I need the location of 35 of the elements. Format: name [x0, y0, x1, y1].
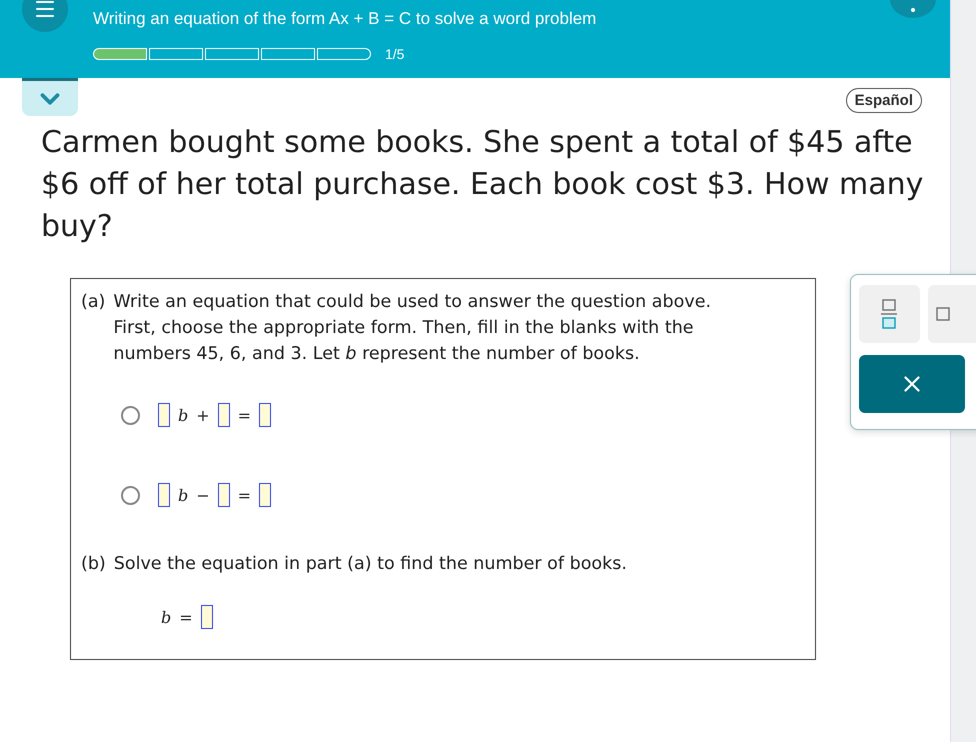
instruction-text: Solve the equation in part (a) to find the number of books. [114, 553, 627, 575]
fraction-icon [881, 299, 898, 329]
operator-text: = [238, 406, 252, 424]
variable-text: b [178, 406, 188, 424]
part-label: (b) [81, 553, 106, 575]
question-text: $6 off of her total purchase. Each book cost $3. How many [40, 166, 924, 204]
answer-box[interactable] [218, 403, 230, 427]
operator-text: = [179, 608, 193, 626]
answer-box[interactable] [158, 483, 170, 507]
language-button[interactable]: Español [846, 88, 922, 113]
instruction-text: numbers 45, 6, and 3. Let b represent the number of books. [113, 343, 641, 365]
question-text: Carmen bought some books. She spent a total of $45 afte [40, 124, 914, 162]
operator-text: = [238, 486, 252, 504]
answer-box[interactable] [200, 605, 213, 629]
clear-button[interactable] [859, 355, 965, 413]
progress-label: 1/5 [385, 46, 404, 62]
variable-text: b [161, 608, 172, 626]
operator-text: − [196, 486, 210, 504]
question-text: buy? [40, 208, 114, 246]
lesson-title: Writing an equation of the form Ax + B = C to solve a word problem [93, 9, 598, 29]
variable-text: b [178, 486, 188, 504]
operator-text: + [196, 406, 210, 424]
instruction-text: Write an equation that could be used to answer the question above. [113, 291, 712, 313]
collapse-button[interactable] [22, 78, 78, 116]
answer-box[interactable] [158, 403, 170, 427]
dot-icon [911, 8, 915, 12]
answer-box[interactable] [259, 403, 272, 427]
instruction-text: First, choose the appropriate form. Then, fill in the blanks with the [113, 317, 695, 339]
fraction-key[interactable] [859, 285, 920, 343]
answer-box[interactable] [259, 483, 272, 507]
box-icon [936, 307, 952, 321]
answer-box[interactable] [218, 483, 230, 507]
part-label: (a) [81, 291, 106, 314]
radio-button[interactable] [121, 406, 140, 424]
radio-button[interactable] [121, 486, 140, 504]
